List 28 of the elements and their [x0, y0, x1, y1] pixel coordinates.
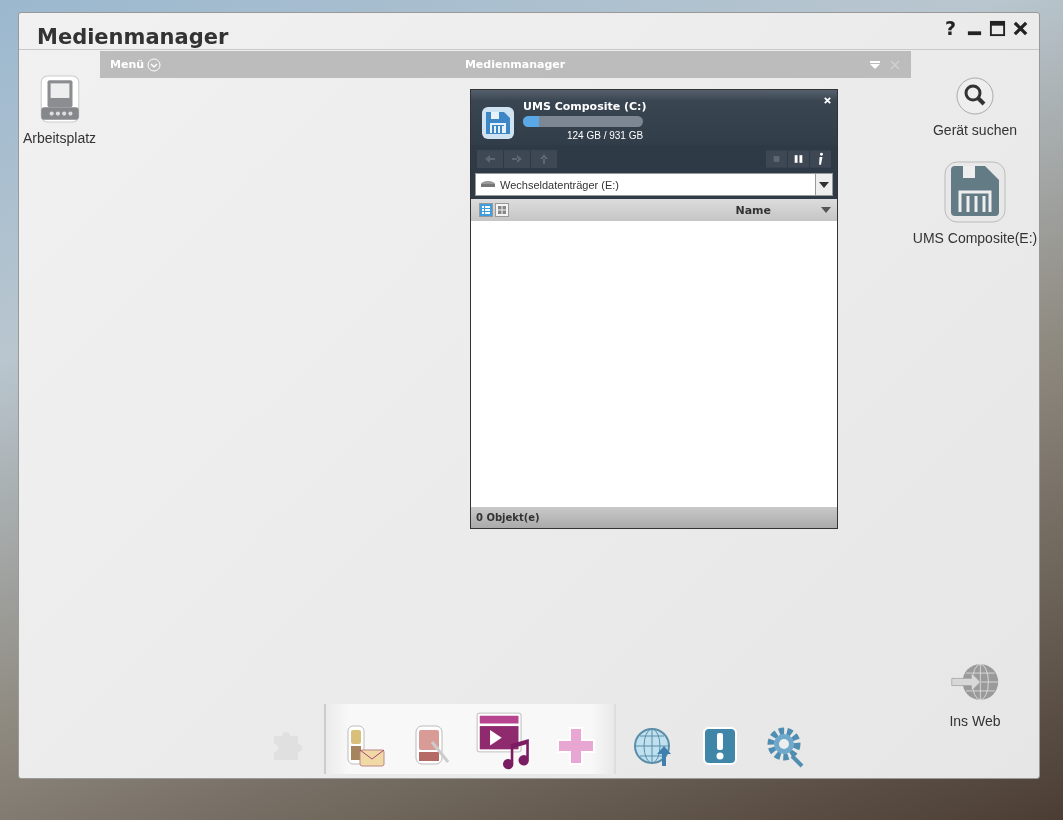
- status-text: 0 Objekt(e): [476, 512, 540, 523]
- up-icon[interactable]: [531, 149, 557, 169]
- dropdown-icon[interactable]: [869, 58, 881, 71]
- icon-label: Ins Web: [949, 712, 1001, 730]
- caret-icon: [819, 181, 829, 188]
- forward-icon[interactable]: [504, 149, 530, 169]
- storage-usage: 124 GB / 931 GB: [567, 130, 645, 141]
- pause-icon[interactable]: [788, 149, 809, 169]
- icon-label: Gerät suchen: [932, 122, 1018, 140]
- drive-icon: [481, 106, 515, 140]
- info-icon[interactable]: [810, 149, 831, 169]
- location-dropdown[interactable]: Wechseldatenträger (E:): [475, 173, 833, 196]
- name-column-header[interactable]: Name: [735, 203, 771, 217]
- window-title: Medienmanager: [37, 25, 229, 49]
- drive-name: UMS Composite (C:): [523, 100, 647, 113]
- search-icon[interactable]: [955, 76, 995, 116]
- caret-icon[interactable]: [821, 207, 831, 213]
- list-view-icon[interactable]: [479, 203, 493, 217]
- maximize-icon[interactable]: [989, 19, 1006, 37]
- menu-bar-title: Medienmanager: [463, 58, 567, 71]
- close-icon[interactable]: [1012, 19, 1029, 37]
- grid-view-icon[interactable]: [495, 203, 509, 217]
- chevron-down-icon: [147, 57, 162, 72]
- icon-label: UMS Composite(E:): [912, 229, 1038, 247]
- back-icon[interactable]: [477, 149, 503, 169]
- drive-icon: [480, 179, 496, 190]
- icon-label: Arbeitsplatz: [22, 130, 97, 148]
- help-button[interactable]: ?: [940, 19, 960, 37]
